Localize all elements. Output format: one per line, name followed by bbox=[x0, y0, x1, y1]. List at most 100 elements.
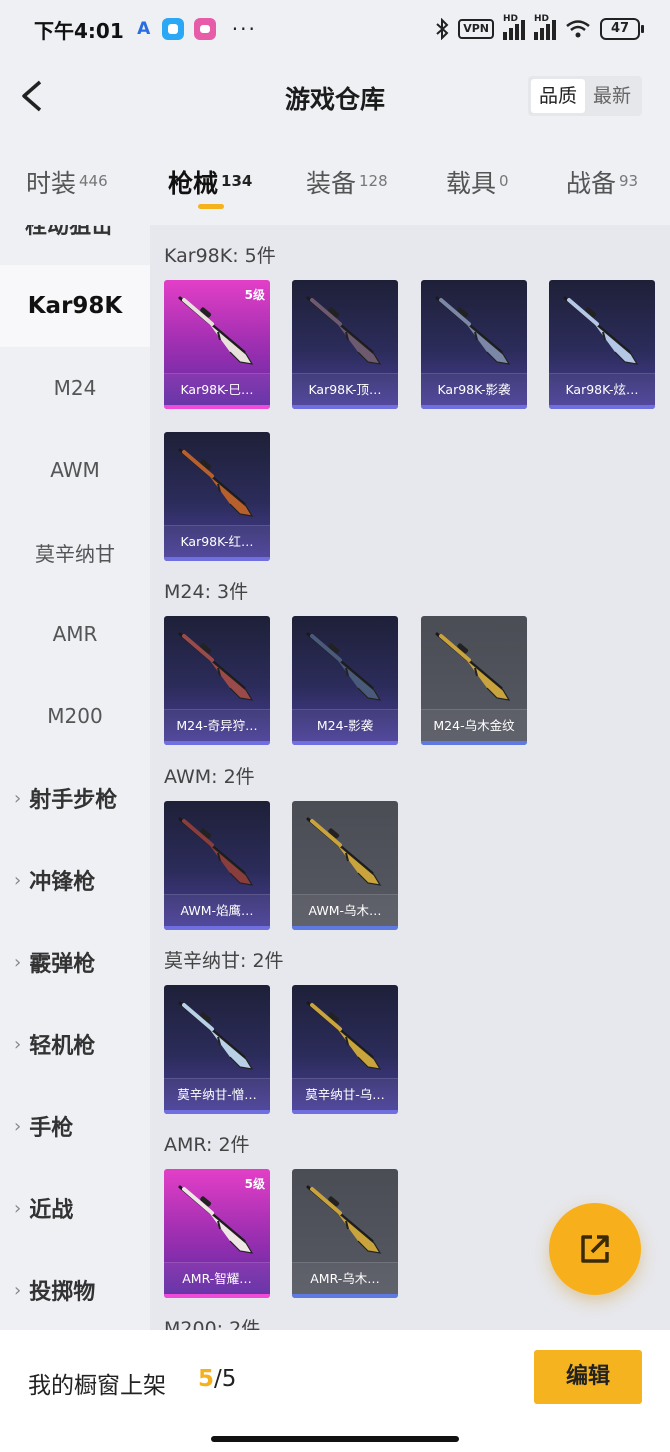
sidebar-group-shotgun[interactable]: › 霰弹枪 bbox=[0, 921, 150, 1003]
skin-card[interactable]: Kar98K-炫… bbox=[549, 280, 655, 409]
chevron-right-icon: › bbox=[14, 787, 22, 809]
group-title-amr: AMR: 2件 bbox=[164, 1134, 250, 1156]
chevron-right-icon: › bbox=[14, 1115, 22, 1137]
skin-card[interactable]: 5级 Kar98K-巳… bbox=[164, 280, 270, 409]
hd-label: HD bbox=[503, 14, 519, 24]
sidebar-group-dmr[interactable]: › 射手步枪 bbox=[0, 757, 150, 839]
weapon-type-sidebar: ˇ栓动狙击 Kar98K M24 AWM 莫辛纳甘 AMR M200 › 射手步枪… bbox=[0, 225, 150, 1330]
sidebar-item-m200[interactable]: M200 bbox=[0, 675, 150, 757]
edit-button[interactable]: 编辑 bbox=[534, 1350, 642, 1404]
status-bar: 下午4:01 A ··· VPN HD HD 47 bbox=[0, 0, 670, 58]
skin-name: Kar98K-顶… bbox=[292, 373, 398, 405]
rifle-icon bbox=[563, 296, 639, 365]
skin-name: Kar98K-炫… bbox=[549, 373, 655, 405]
skin-name: AMR-智耀… bbox=[164, 1262, 270, 1294]
sidebar-group-smg[interactable]: › 冲锋枪 bbox=[0, 839, 150, 921]
more-dots-icon: ··· bbox=[231, 17, 257, 41]
rarity-bar bbox=[164, 405, 270, 409]
sidebar-item-kar98k[interactable]: Kar98K bbox=[0, 265, 150, 347]
sidebar-group-bolt-sniper[interactable]: ˇ栓动狙击 bbox=[0, 225, 150, 239]
rarity-bar bbox=[164, 1294, 270, 1298]
sidebar-item-m24[interactable]: M24 bbox=[0, 347, 150, 429]
header: 游戏仓库 品质 最新 bbox=[0, 58, 670, 134]
status-indicators: VPN HD HD 47 bbox=[435, 14, 644, 40]
skin-card[interactable]: M24-乌木金纹 bbox=[421, 616, 527, 745]
sidebar-group-label: 霰弹枪 bbox=[29, 952, 96, 977]
group-title-mosin: 莫辛纳甘: 2件 bbox=[164, 950, 284, 972]
rarity-bar bbox=[292, 926, 398, 930]
sidebar-item-mosin[interactable]: 莫辛纳甘 bbox=[0, 511, 150, 593]
skin-name: Kar98K-影袭 bbox=[421, 373, 527, 405]
share-button[interactable] bbox=[549, 1203, 641, 1295]
rifle-icon bbox=[306, 296, 382, 365]
sort-toggle: 品质 最新 bbox=[527, 76, 642, 116]
tab-count: 134 bbox=[221, 171, 253, 190]
chevron-down-icon: ˇ bbox=[14, 225, 25, 237]
rifle-icon bbox=[178, 632, 254, 701]
app-a-icon: A bbox=[137, 19, 151, 39]
chevron-right-icon: › bbox=[14, 869, 22, 891]
hd-label-2: HD bbox=[534, 14, 550, 24]
group-title-m24: M24: 3件 bbox=[164, 581, 249, 603]
rifle-icon bbox=[178, 1185, 254, 1254]
rarity-bar bbox=[292, 1110, 398, 1114]
skin-name: AWM-乌木… bbox=[292, 894, 398, 926]
sort-newest-option[interactable]: 最新 bbox=[585, 79, 639, 113]
sidebar-group-lmg[interactable]: › 轻机枪 bbox=[0, 1003, 150, 1085]
signal-icon: HD bbox=[503, 14, 525, 40]
sidebar-group-label: 投掷物 bbox=[29, 1280, 96, 1305]
status-time: 下午4:01 bbox=[34, 18, 124, 43]
app-game-icon bbox=[193, 18, 216, 40]
rifle-icon bbox=[178, 1001, 254, 1070]
skin-name: Kar98K-巳… bbox=[164, 373, 270, 405]
showcase-bar: 我的橱窗上架 5/5 编辑 bbox=[0, 1330, 670, 1452]
group-title-m200: M200: 2件 bbox=[164, 1318, 261, 1330]
skin-card[interactable]: Kar98K-红… bbox=[164, 432, 270, 561]
skin-card[interactable]: 莫辛纳甘-乌… bbox=[292, 985, 398, 1114]
skin-card[interactable]: 5级 AMR-智耀… bbox=[164, 1169, 270, 1298]
sidebar-group-label: 近战 bbox=[29, 1198, 74, 1223]
skin-card[interactable]: AWM-焰鹰… bbox=[164, 801, 270, 930]
rifle-icon bbox=[435, 296, 511, 365]
chevron-right-icon: › bbox=[14, 951, 22, 973]
skin-card[interactable]: Kar98K-影袭 bbox=[421, 280, 527, 409]
skin-card[interactable]: 莫辛纳甘-憎… bbox=[164, 985, 270, 1114]
tab-label: 时装 bbox=[26, 169, 77, 198]
skin-name: M24-奇异狩… bbox=[164, 709, 270, 741]
app-chat-icon bbox=[161, 18, 184, 40]
skin-card[interactable]: M24-奇异狩… bbox=[164, 616, 270, 745]
tab-fashion[interactable]: 时装 446 bbox=[26, 164, 108, 200]
skin-card[interactable]: Kar98K-顶… bbox=[292, 280, 398, 409]
sidebar-group-throwables[interactable]: › 投掷物 bbox=[0, 1249, 150, 1330]
tab-supplies[interactable]: 战备 93 bbox=[566, 164, 638, 200]
sidebar-item-amr[interactable]: AMR bbox=[0, 593, 150, 675]
tab-vehicles[interactable]: 载具 0 bbox=[446, 164, 509, 200]
chevron-right-icon: › bbox=[14, 1197, 22, 1219]
sidebar-group-melee[interactable]: › 近战 bbox=[0, 1167, 150, 1249]
rarity-bar bbox=[421, 405, 527, 409]
sort-quality-option[interactable]: 品质 bbox=[530, 79, 585, 113]
bluetooth-icon bbox=[436, 18, 449, 40]
sidebar-group-label: 冲锋枪 bbox=[29, 870, 96, 895]
signal-icon-2: HD bbox=[534, 14, 556, 40]
category-tabs: 时装 446 枪械 134 装备 128 载具 0 战备 93 bbox=[0, 150, 670, 222]
active-tab-indicator bbox=[198, 204, 224, 209]
tab-firearms[interactable]: 枪械 134 bbox=[168, 164, 252, 200]
app-root: { "status_bar": { "time": "下午4:01", "app… bbox=[0, 0, 670, 1452]
sidebar-group-label: 栓动狙击 bbox=[25, 225, 114, 239]
rifle-icon bbox=[306, 632, 382, 701]
skin-card[interactable]: AMR-乌木… bbox=[292, 1169, 398, 1298]
group-title-kar98k: Kar98K: 5件 bbox=[164, 245, 276, 267]
sidebar-group-pistol[interactable]: › 手枪 bbox=[0, 1085, 150, 1167]
showcase-count-total: /5 bbox=[214, 1366, 237, 1392]
showcase-count: 5/5 bbox=[198, 1366, 236, 1392]
tab-equipment[interactable]: 装备 128 bbox=[306, 164, 388, 200]
skin-name: M24-影袭 bbox=[292, 709, 398, 741]
vpn-badge: VPN bbox=[458, 19, 494, 39]
skin-card[interactable]: AWM-乌木… bbox=[292, 801, 398, 930]
sidebar-item-awm[interactable]: AWM bbox=[0, 429, 150, 511]
rarity-bar bbox=[421, 741, 527, 745]
battery-icon: 47 bbox=[600, 18, 644, 40]
skin-card[interactable]: M24-影袭 bbox=[292, 616, 398, 745]
skin-name: 莫辛纳甘-憎… bbox=[164, 1078, 270, 1110]
